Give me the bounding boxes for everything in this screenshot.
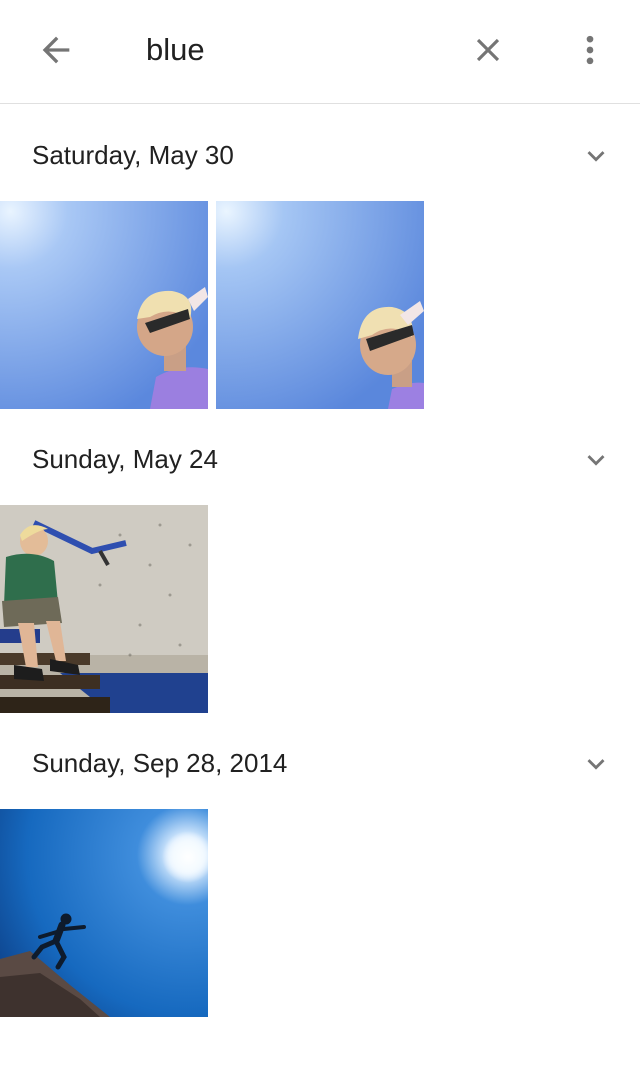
expand-section-button[interactable]: [576, 440, 616, 480]
chevron-down-icon: [587, 151, 605, 162]
date-section-header: Sunday, May 24: [0, 410, 640, 506]
chevron-down-icon: [587, 455, 605, 466]
more-vert-icon: [586, 35, 594, 65]
photo-thumbnail[interactable]: [0, 505, 208, 713]
section-date: Sunday, Sep 28, 2014: [32, 748, 288, 778]
arrow-back-icon: [42, 36, 70, 64]
clear-search-button[interactable]: [460, 22, 516, 78]
section-date: Saturday, May 30: [32, 140, 234, 170]
expand-section-button[interactable]: [576, 136, 616, 176]
photo-thumbnail[interactable]: [0, 809, 208, 1017]
date-section-header: Sunday, Sep 28, 2014: [0, 714, 640, 810]
close-icon: [476, 38, 500, 62]
more-options-button[interactable]: [562, 22, 618, 78]
search-input[interactable]: [146, 26, 446, 74]
section-date: Sunday, May 24: [32, 444, 218, 474]
photo-thumbnail[interactable]: [216, 201, 424, 409]
chevron-down-icon: [587, 759, 605, 770]
expand-section-button[interactable]: [576, 744, 616, 784]
back-button[interactable]: [28, 22, 84, 78]
search-app-bar: [0, 0, 640, 104]
photo-thumbnail[interactable]: [0, 201, 208, 409]
date-section-header: Saturday, May 30: [0, 106, 640, 202]
